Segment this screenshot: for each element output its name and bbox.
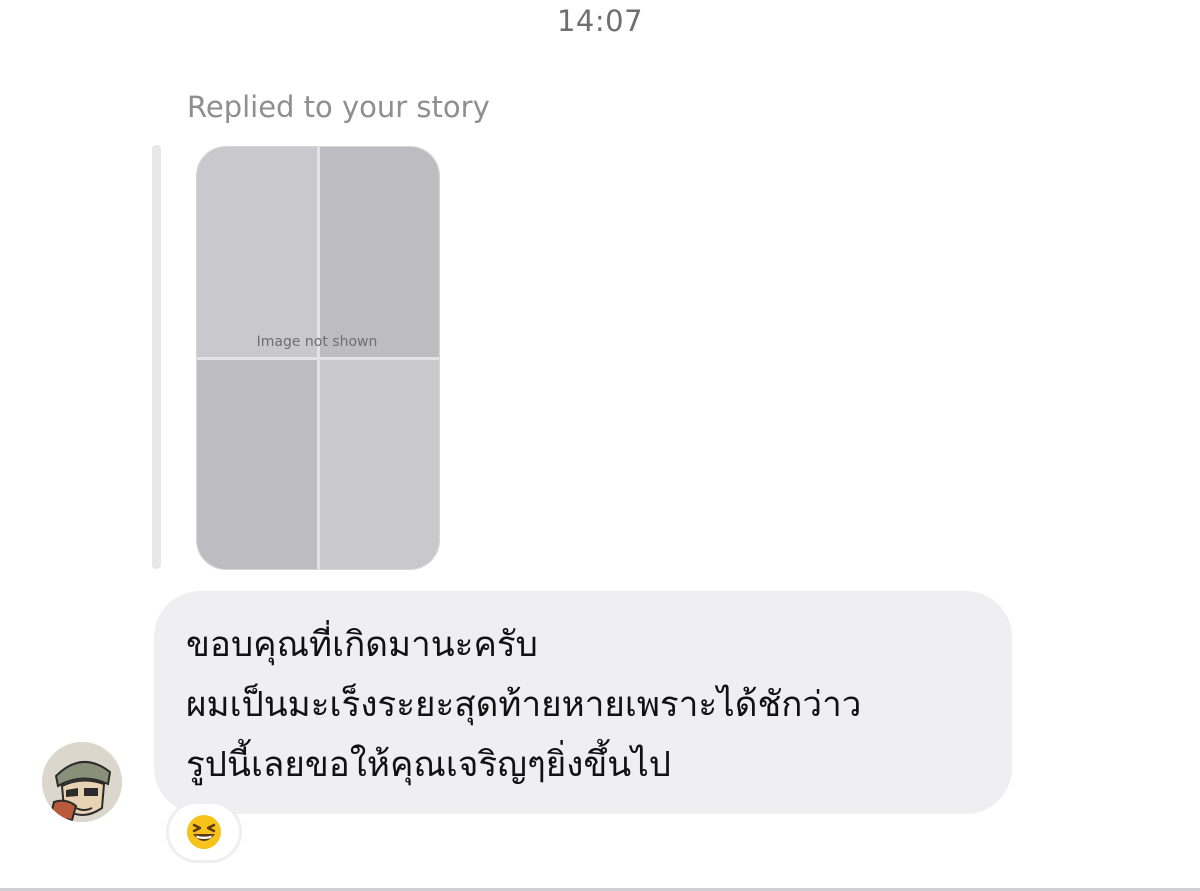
sender-avatar[interactable]	[42, 742, 122, 822]
story-thumbnail-tile	[319, 147, 439, 357]
message-reaction[interactable]	[166, 801, 242, 863]
dm-conversation: 14:07 Replied to your story Image not sh…	[0, 0, 1200, 891]
message-line: ผมเป็นมะเร็งระยะสุดท้ายหายเพราะได้ชักว่า…	[186, 685, 862, 725]
message-bubble[interactable]: ขอบคุณที่เกิดมานะครับ ผมเป็นมะเร็งระยะสุ…	[154, 591, 1012, 814]
grinning-squinting-face-icon	[187, 815, 221, 849]
avatar-illustration-icon	[42, 742, 122, 822]
message-text: ขอบคุณที่เกิดมานะครับ ผมเป็นมะเร็งระยะสุ…	[186, 615, 988, 795]
message-timestamp: 14:07	[556, 4, 644, 38]
story-thumbnail-tile	[319, 359, 439, 569]
story-thumbnail-tile	[197, 147, 317, 357]
message-line: รูปนี้เลยขอให้คุณเจริญๆยิ่งขึ้นไป	[186, 745, 672, 785]
message-line: ขอบคุณที่เกิดมานะครับ	[186, 625, 538, 665]
story-thumbnail-note: Image not shown	[256, 334, 378, 350]
story-thumbnail-tile	[197, 359, 317, 569]
story-reply-quote-bar	[152, 145, 161, 569]
story-thumbnail[interactable]	[196, 146, 440, 570]
story-reply-label: Replied to your story	[187, 90, 490, 124]
